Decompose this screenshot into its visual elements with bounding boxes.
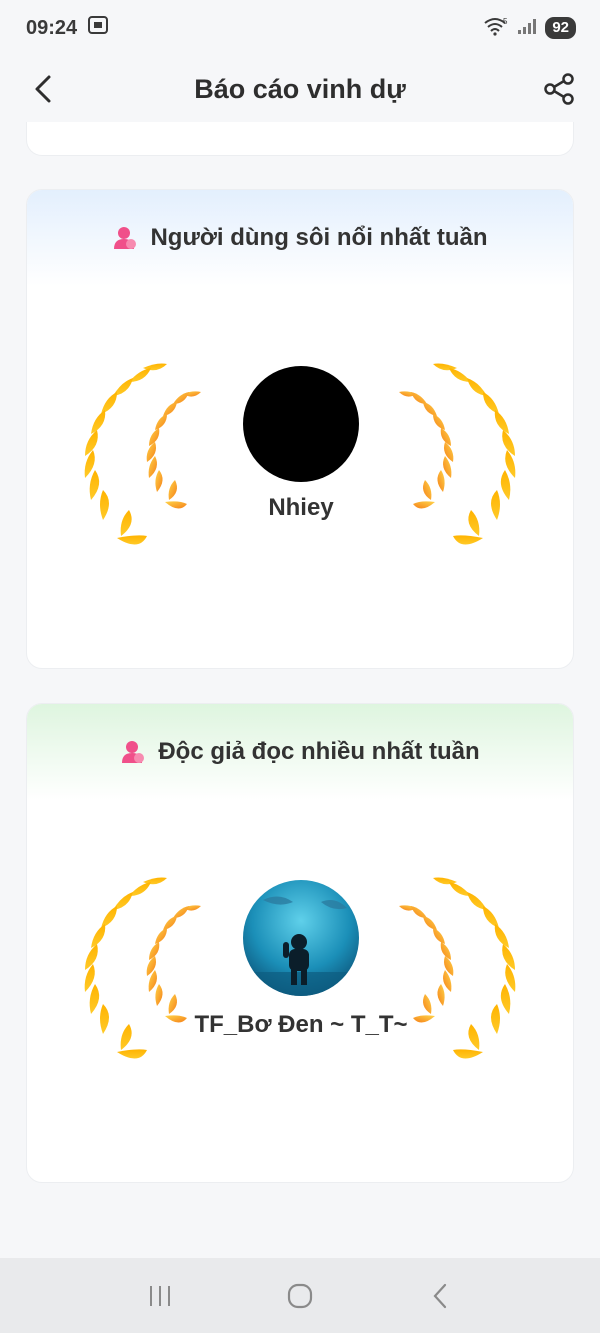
card-header: Độc giả đọc nhiều nhất tuần (27, 704, 573, 800)
svg-text:5: 5 (503, 17, 508, 26)
battery-indicator: 92 (545, 17, 576, 39)
user-icon (112, 225, 138, 251)
system-back-button[interactable] (420, 1276, 460, 1316)
aquarium-photo (243, 880, 359, 996)
recent-apps-icon (150, 1285, 170, 1306)
status-time: 09:24 (26, 16, 78, 39)
page-title: Báo cáo vinh dự (194, 73, 406, 104)
honor-card-top-reader: Độc giả đọc nhiều nhất tuần TF_Bơ Đen ~ … (26, 703, 574, 1183)
share-icon (544, 73, 574, 105)
status-left: 09:24 (26, 15, 109, 41)
recent-apps-button[interactable] (140, 1276, 180, 1316)
back-icon (433, 1283, 447, 1308)
status-right: 5 92 (483, 16, 576, 41)
wifi-icon: 5 (483, 16, 509, 41)
system-nav-bar (0, 1258, 600, 1333)
previous-card-bottom (26, 122, 574, 156)
share-button[interactable] (540, 70, 578, 108)
user-icon (120, 739, 146, 765)
screenshot-icon (87, 15, 109, 41)
status-bar: 09:24 5 92 (0, 0, 600, 56)
card-header: Người dùng sôi nổi nhất tuần (27, 190, 573, 286)
avatar[interactable] (243, 880, 359, 996)
username[interactable]: Nhiey (151, 492, 451, 523)
back-button[interactable] (26, 72, 60, 106)
home-button[interactable] (280, 1276, 320, 1316)
username[interactable]: TF_Bơ Đen ~ T_T~ (151, 1009, 451, 1040)
home-icon (287, 1283, 313, 1308)
signal-icon (517, 17, 537, 40)
page-header: Báo cáo vinh dự (0, 56, 600, 122)
honor-card-active-user: Người dùng sôi nổi nhất tuần Nhiey (26, 189, 574, 669)
card-title: Độc giả đọc nhiều nhất tuần (158, 738, 480, 765)
card-title: Người dùng sôi nổi nhất tuần (150, 224, 488, 251)
avatar[interactable] (243, 366, 359, 482)
chevron-left-icon (35, 75, 51, 103)
